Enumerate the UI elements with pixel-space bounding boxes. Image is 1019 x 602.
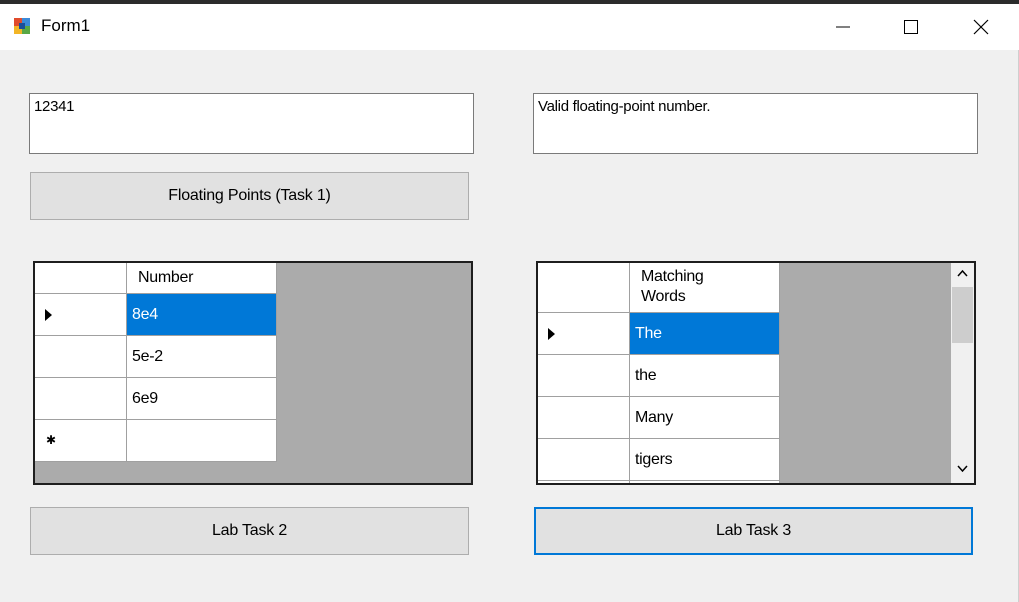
lab-task-3-button[interactable]: Lab Task 3 — [534, 507, 973, 555]
number-input[interactable]: 12341 — [29, 93, 474, 154]
window-title: Form1 — [41, 16, 91, 35]
header-line-2: Words — [641, 288, 686, 305]
numbers-grid[interactable]: Number 8e4 5e-2 6e9 ✱ — [33, 261, 473, 485]
scroll-down-icon[interactable] — [957, 465, 968, 473]
scroll-thumb[interactable] — [952, 287, 973, 343]
maximize-icon — [904, 20, 918, 34]
matching-words-grid[interactable]: Matching Words The the Many tigers — [536, 261, 976, 485]
floating-points-button[interactable]: Floating Points (Task 1) — [30, 172, 469, 220]
row-header[interactable] — [35, 378, 127, 420]
row-header[interactable] — [35, 336, 127, 378]
minimize-icon — [836, 26, 850, 28]
new-row-asterisk-icon: ✱ — [46, 433, 56, 447]
number-column-header[interactable]: Number — [127, 263, 277, 294]
grid-cell[interactable]: 8e4 — [127, 294, 277, 336]
row-header[interactable] — [538, 355, 630, 397]
row-header[interactable] — [538, 313, 630, 355]
grid-cell[interactable]: Many — [630, 397, 780, 439]
lab-task-2-button[interactable]: Lab Task 2 — [30, 507, 469, 555]
number-column-header-label: Number — [138, 269, 194, 286]
form-window: Form1 12341 Valid floating-point number.… — [0, 4, 1019, 602]
winforms-app-icon — [13, 17, 31, 35]
result-output[interactable]: Valid floating-point number. — [533, 93, 978, 154]
current-row-arrow-icon — [45, 309, 52, 321]
row-header[interactable] — [538, 481, 630, 483]
grid-cell[interactable]: The — [630, 313, 780, 355]
grid-corner-header[interactable] — [538, 263, 630, 313]
row-header[interactable] — [35, 294, 127, 336]
row-header[interactable] — [538, 439, 630, 481]
minimize-button[interactable] — [808, 4, 878, 50]
grid-cell[interactable]: the — [630, 355, 780, 397]
header-line-1: Matching — [641, 268, 704, 285]
current-row-arrow-icon — [548, 328, 555, 340]
row-header[interactable] — [538, 397, 630, 439]
scroll-up-icon[interactable] — [957, 269, 968, 277]
row-header[interactable]: ✱ — [35, 420, 127, 462]
maximize-button[interactable] — [876, 4, 946, 50]
close-button[interactable] — [946, 4, 1016, 50]
grid-cell[interactable] — [127, 420, 277, 462]
title-bar[interactable]: Form1 — [0, 4, 1019, 50]
vertical-scrollbar[interactable] — [951, 263, 974, 483]
grid-cell[interactable]: 5e-2 — [127, 336, 277, 378]
grid-cell[interactable]: 6e9 — [127, 378, 277, 420]
grid-cell[interactable]: tigers — [630, 439, 780, 481]
grid-corner-header[interactable] — [35, 263, 127, 294]
close-icon — [973, 19, 989, 35]
grid-cell[interactable] — [630, 481, 780, 483]
matching-words-column-header[interactable]: Matching Words — [630, 263, 780, 313]
